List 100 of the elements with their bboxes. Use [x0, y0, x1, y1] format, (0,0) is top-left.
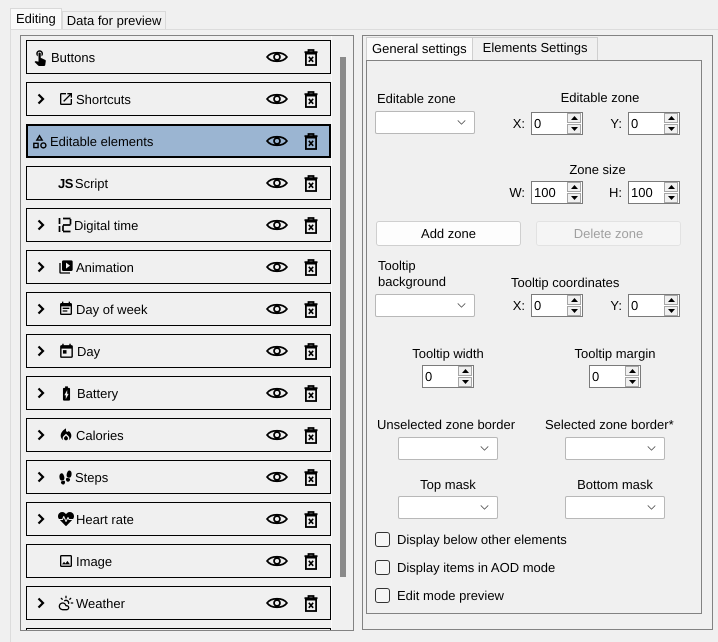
field-label: Tooltip background	[378, 258, 447, 290]
visibility-eye-icon[interactable]	[266, 134, 288, 148]
delete-trash-icon[interactable]	[304, 48, 318, 66]
delete-trash-icon[interactable]	[304, 426, 318, 444]
element-row[interactable]: Battery	[26, 376, 331, 410]
element-row[interactable]: Steps	[26, 460, 331, 494]
number-field[interactable]: 100	[531, 181, 583, 204]
spin-up-button[interactable]	[567, 295, 581, 305]
element-row[interactable]: Buttons	[26, 40, 331, 74]
spin-down-button[interactable]	[567, 124, 581, 134]
tab[interactable]: Data for preview	[62, 11, 166, 29]
delete-trash-icon[interactable]	[304, 90, 318, 108]
element-row[interactable]: Calories	[26, 418, 331, 452]
chevron-down-icon	[457, 303, 466, 308]
visibility-eye-icon[interactable]	[266, 344, 288, 358]
visibility-eye-icon[interactable]	[266, 50, 288, 64]
visibility-eye-icon[interactable]	[266, 218, 288, 232]
spin-up-button[interactable]	[664, 113, 678, 123]
chevron-right-icon[interactable]	[37, 513, 45, 525]
element-label: Shortcuts	[76, 92, 131, 106]
spin-up-button[interactable]	[458, 366, 472, 376]
element-row[interactable]: JSScript	[26, 166, 331, 200]
chevron-right-icon[interactable]	[37, 387, 45, 399]
visibility-eye-icon[interactable]	[266, 302, 288, 316]
spin-up-button[interactable]	[567, 182, 581, 192]
spin-down-button[interactable]	[567, 193, 581, 203]
number-field[interactable]: 0	[628, 112, 680, 135]
chevron-down-icon	[457, 120, 466, 125]
checkbox[interactable]	[375, 588, 390, 603]
tab[interactable]: Elements Settings	[472, 37, 598, 60]
chevron-right-icon[interactable]	[37, 93, 45, 105]
element-row[interactable]: Editable elements	[26, 124, 331, 158]
number-field[interactable]: 0	[422, 365, 474, 388]
element-row[interactable]: Shortcuts	[26, 82, 331, 116]
checkbox-label[interactable]: Display items in AOD mode	[397, 560, 556, 575]
delete-trash-icon[interactable]	[304, 300, 318, 318]
scrollbar-thumb[interactable]	[340, 57, 346, 577]
number-field[interactable]: 0	[589, 365, 641, 388]
element-row[interactable]: Animation	[26, 250, 331, 284]
tab[interactable]: Editing	[10, 8, 62, 29]
chevron-right-icon[interactable]	[37, 303, 45, 315]
element-row[interactable]: Weather	[26, 586, 331, 620]
visibility-eye-icon[interactable]	[266, 470, 288, 484]
triangle-up-icon	[462, 369, 468, 373]
chevron-down-icon	[647, 505, 656, 510]
number-field[interactable]: 0	[628, 294, 680, 317]
delete-trash-icon[interactable]	[304, 510, 318, 528]
element-row[interactable]: Image	[26, 544, 331, 578]
number-field[interactable]: 0	[531, 294, 583, 317]
chevron-right-icon[interactable]	[37, 261, 45, 273]
spin-down-button[interactable]	[567, 306, 581, 316]
checkbox-label[interactable]: Edit mode preview	[397, 588, 504, 603]
visibility-eye-icon[interactable]	[266, 386, 288, 400]
checkbox-label[interactable]: Display below other elements	[397, 532, 567, 547]
visibility-eye-icon[interactable]	[266, 596, 288, 610]
delete-trash-icon[interactable]	[304, 132, 318, 150]
chevron-right-icon[interactable]	[37, 597, 45, 609]
chevron-right-icon[interactable]	[37, 471, 45, 483]
calendar-icon	[58, 342, 75, 360]
delete-trash-icon[interactable]	[304, 384, 318, 402]
spin-down-button[interactable]	[458, 377, 472, 387]
visibility-eye-icon[interactable]	[266, 92, 288, 106]
triangle-down-icon	[668, 309, 674, 313]
spin-up-button[interactable]	[625, 366, 639, 376]
element-row[interactable]: Day	[26, 334, 331, 368]
visibility-eye-icon[interactable]	[266, 260, 288, 274]
spin-up-button[interactable]	[664, 295, 678, 305]
visibility-eye-icon[interactable]	[266, 512, 288, 526]
visibility-eye-icon[interactable]	[266, 554, 288, 568]
checkbox[interactable]	[375, 532, 390, 547]
spin-down-button[interactable]	[625, 377, 639, 387]
chevron-right-icon[interactable]	[37, 429, 45, 441]
spin-down-button[interactable]	[664, 306, 678, 316]
delete-trash-icon[interactable]	[304, 216, 318, 234]
delete-trash-icon[interactable]	[304, 468, 318, 486]
triangle-down-icon	[570, 196, 578, 200]
chevron-down-icon	[647, 446, 656, 451]
element-row[interactable]: Day of week	[26, 292, 331, 326]
triangle-down-icon	[570, 309, 578, 313]
delete-trash-icon[interactable]	[304, 174, 318, 192]
triangle-up-icon	[668, 298, 674, 302]
visibility-eye-icon[interactable]	[266, 428, 288, 442]
tab[interactable]: General settings	[366, 37, 473, 60]
spin-down-button[interactable]	[664, 193, 678, 203]
delete-trash-icon[interactable]	[304, 258, 318, 276]
spin-up-button[interactable]	[664, 182, 678, 192]
checkbox[interactable]	[375, 560, 390, 575]
element-row[interactable]: Heart rate	[26, 502, 331, 536]
action-button[interactable]: Add zone	[376, 221, 521, 246]
element-row[interactable]: Digital time	[26, 208, 331, 242]
delete-trash-icon[interactable]	[304, 594, 318, 612]
chevron-right-icon[interactable]	[37, 345, 45, 357]
number-field[interactable]: 100	[628, 181, 680, 204]
spin-up-button[interactable]	[567, 113, 581, 123]
delete-trash-icon[interactable]	[304, 552, 318, 570]
number-field[interactable]: 0	[531, 112, 583, 135]
delete-trash-icon[interactable]	[304, 342, 318, 360]
spin-down-button[interactable]	[664, 124, 678, 134]
visibility-eye-icon[interactable]	[266, 176, 288, 190]
chevron-right-icon[interactable]	[37, 219, 45, 231]
